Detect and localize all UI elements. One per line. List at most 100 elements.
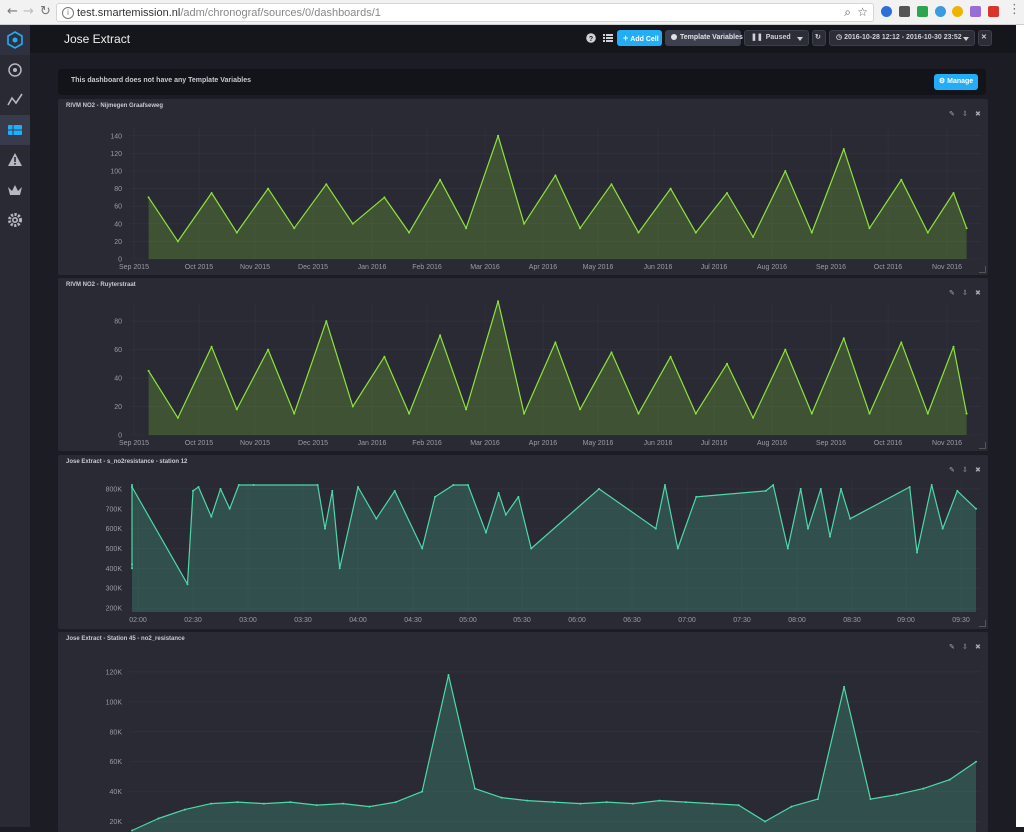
data-point — [807, 527, 809, 530]
x-tick-label: Sep 2015 — [119, 440, 149, 447]
data-point — [965, 412, 968, 415]
data-point — [895, 793, 898, 796]
x-tick-label: Oct 2015 — [185, 440, 214, 447]
y-tick-label: 60 — [114, 347, 122, 354]
y-tick-label: 300K — [106, 586, 123, 593]
alert-icon[interactable] — [0, 145, 30, 175]
chart-area[interactable]: 20K 40K 60K 80K 100K 120K — [58, 632, 988, 832]
data-point — [331, 489, 334, 492]
back-icon[interactable]: ← — [7, 4, 18, 19]
info-icon[interactable]: i — [62, 7, 74, 19]
crown-icon[interactable] — [0, 175, 30, 205]
plus-icon: + — [623, 33, 629, 43]
list-icon[interactable] — [603, 33, 613, 43]
template-variables-button[interactable]: Template Variables — [665, 30, 743, 46]
data-point — [197, 486, 200, 488]
address-bar[interactable]: i test.smartemission.nl/adm/chronograf/s… — [56, 3, 874, 22]
x-tick-label: Sep 2016 — [816, 264, 846, 271]
reload-icon[interactable]: ↻ — [40, 4, 51, 19]
extension-icon[interactable] — [988, 6, 999, 17]
y-tick-label: 120K — [106, 669, 123, 676]
y-tick-label: 120 — [110, 151, 122, 158]
y-tick-label: 400K — [106, 566, 123, 573]
extension-globe-icon[interactable] — [881, 6, 892, 17]
resize-handle[interactable] — [979, 442, 986, 449]
data-point — [147, 369, 150, 372]
data-point — [252, 484, 255, 486]
y-tick-label: 80 — [114, 319, 122, 326]
y-tick-label: 20K — [110, 819, 123, 826]
chronograf-logo-icon[interactable] — [0, 25, 30, 55]
manage-button[interactable]: ⚙ Manage — [934, 74, 978, 90]
data-point — [790, 805, 793, 808]
resize-handle[interactable] — [979, 266, 986, 273]
data-point — [421, 547, 424, 550]
data-point — [965, 227, 968, 230]
graph-icon[interactable] — [0, 85, 30, 115]
chart-area[interactable]: 0 20 40 60 80 100 120 140 Sep 2015 Oct 2015 Nov 20… — [58, 99, 988, 275]
extension-icon[interactable] — [899, 6, 910, 17]
data-point — [764, 820, 766, 823]
time-range-dropdown[interactable]: ◷ 2016-10-28 12:12 - 2016-10-30 23:52 — [829, 30, 975, 46]
fullscreen-button[interactable]: ✕ — [978, 30, 992, 46]
data-point — [157, 817, 160, 820]
chart-area[interactable]: 200K 300K 400K 500K 600K 700K 800K 02:00 02:30 03… — [58, 455, 988, 629]
dashboard-icon[interactable] — [0, 115, 30, 145]
help-icon[interactable]: ? — [586, 33, 596, 43]
refresh-button[interactable]: ↻ — [812, 30, 826, 46]
y-tick-label: 800K — [106, 486, 123, 493]
host-icon[interactable] — [0, 55, 30, 85]
data-point — [819, 487, 822, 490]
x-tick-label: 04:00 — [349, 617, 367, 624]
y-tick-label: 0 — [118, 257, 122, 264]
y-tick-label: 500K — [106, 546, 123, 553]
page-scrollbar[interactable] — [1016, 25, 1024, 827]
data-point — [726, 362, 728, 365]
data-point — [393, 489, 396, 492]
data-point — [579, 802, 582, 805]
data-point — [694, 412, 697, 415]
extension-icon[interactable] — [935, 6, 946, 17]
data-point — [147, 196, 150, 199]
graph-cell[interactable]: Jose Extract - s_no2resistance - station… — [58, 455, 988, 629]
y-tick-label: 20 — [114, 404, 122, 411]
bookmark-star-icon[interactable]: ☆ — [857, 5, 868, 19]
data-point — [726, 192, 728, 194]
data-point — [849, 517, 852, 520]
extension-icon[interactable] — [970, 6, 981, 17]
x-tick-label: 07:00 — [678, 617, 696, 624]
x-tick-label: 04:30 — [404, 617, 422, 624]
x-tick-label: Aug 2016 — [757, 264, 787, 271]
data-point — [752, 416, 755, 419]
x-tick-label: 03:00 — [239, 617, 257, 624]
add-cell-button[interactable]: + Add Cell — [617, 30, 662, 46]
data-point — [235, 231, 238, 234]
zoom-icon[interactable]: ⌕ — [844, 5, 851, 20]
data-point — [394, 801, 397, 804]
forward-icon[interactable]: → — [23, 4, 34, 19]
graph-cell[interactable]: RIVM NO2 - Nijmegen Graafseweg ✎ ⇩ ✖ 0 20 40… — [58, 99, 988, 275]
x-tick-label: Nov 2016 — [932, 440, 962, 447]
data-point — [342, 802, 344, 805]
menu-icon[interactable]: ⋮ — [1008, 2, 1021, 17]
data-point — [530, 547, 533, 550]
data-point — [236, 801, 239, 804]
extension-icon[interactable] — [917, 6, 928, 17]
graph-cell[interactable]: Jose Extract - Station 45 - no2_resistan… — [58, 632, 988, 832]
data-point — [948, 778, 951, 781]
data-point — [598, 487, 600, 490]
chrome-icon[interactable] — [952, 6, 963, 17]
graph-cell[interactable]: RIVM NO2 - Ruyterstraat ✎ ⇩ ✖ 0 20 40 60 80 Sep… — [58, 278, 988, 451]
chart-area[interactable]: 0 20 40 60 80 Sep 2015 Oct 2015 Nov 2015 Dec 201… — [58, 278, 988, 451]
data-point — [952, 345, 955, 348]
y-tick-label: 200K — [106, 606, 123, 613]
x-tick-label: Jul 2016 — [701, 264, 728, 271]
url-path: /adm/chronograf/sources/0/dashboards/1 — [180, 7, 381, 19]
autorefresh-dropdown[interactable]: ❚❚ Paused — [744, 30, 809, 46]
gear-icon[interactable] — [0, 205, 30, 235]
y-tick-label: 40 — [114, 376, 122, 383]
resize-handle[interactable] — [979, 620, 986, 627]
data-point — [131, 567, 133, 570]
data-point — [956, 489, 959, 492]
x-tick-label: 05:00 — [459, 617, 477, 624]
